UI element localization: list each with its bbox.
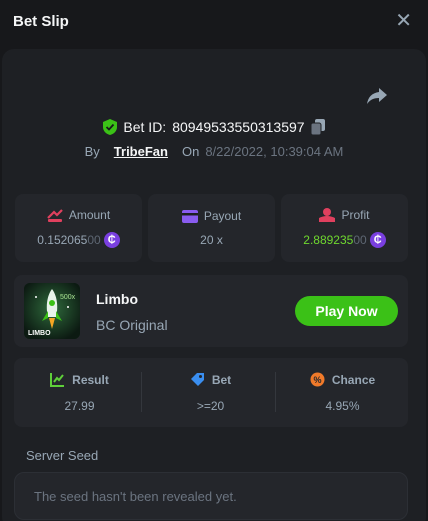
- bet-id-label: Bet ID:: [123, 119, 167, 135]
- server-seed-box: The seed hasn't been revealed yet.: [14, 472, 408, 520]
- profit-label: Profit: [341, 208, 370, 222]
- shield-check-icon: [103, 119, 118, 135]
- thumb-text: LIMBO: [28, 330, 51, 337]
- profit-icon: [319, 208, 336, 222]
- bet-column: Bet >=20: [145, 358, 276, 427]
- amount-value: 0.15206500 ₵: [37, 232, 120, 248]
- bet-id-value: 80949533550313597: [172, 119, 305, 135]
- result-header: Result: [50, 372, 109, 387]
- bet-author-row: By TribeFan On 8/22/2022, 10:39:04 AM: [0, 142, 428, 160]
- rocket-icon: 500x LIMBO: [24, 283, 80, 339]
- divider: [275, 372, 276, 412]
- chance-header: % Chance: [310, 372, 375, 387]
- amount-icon: [47, 209, 63, 222]
- bet-date: 8/22/2022, 10:39:04 AM: [205, 143, 344, 159]
- game-thumbnail[interactable]: 500x LIMBO: [24, 283, 80, 339]
- bet-header: Bet: [190, 372, 231, 387]
- profit-value: 2.88923500 ₵: [303, 232, 386, 248]
- bet-value: >=20: [196, 399, 225, 413]
- svg-text:%: %: [313, 375, 321, 385]
- on-label: On: [181, 143, 200, 159]
- profit-card: Profit 2.88923500 ₵: [281, 194, 408, 262]
- bet-label: Bet: [211, 372, 232, 387]
- payout-header: Payout: [181, 209, 242, 223]
- payout-icon: [181, 209, 198, 223]
- copy-icon[interactable]: [310, 119, 325, 135]
- close-icon[interactable]: ✕: [395, 11, 412, 31]
- game-name: Limbo: [96, 291, 138, 307]
- thumb-badge: 500x: [60, 294, 76, 301]
- play-now-button[interactable]: Play Now: [295, 296, 398, 326]
- results-card: Result 27.99 Bet >=20 % Chance 4.95%: [14, 358, 408, 427]
- chance-icon: %: [310, 372, 325, 387]
- header: Bet Slip ✕: [0, 0, 428, 42]
- result-icon: [50, 373, 65, 387]
- profit-header: Profit: [319, 208, 370, 222]
- amount-value-main: 0.152065: [37, 233, 88, 247]
- profit-value-dim: 00: [353, 233, 367, 247]
- server-seed-message: The seed hasn't been revealed yet.: [34, 488, 237, 504]
- profit-value-main: 2.889235: [303, 233, 354, 247]
- share-icon[interactable]: [366, 86, 388, 106]
- result-label: Result: [72, 372, 109, 387]
- chance-label: Chance: [331, 372, 376, 387]
- game-subtitle: BC Original: [96, 317, 168, 333]
- coin-icon: ₵: [369, 232, 386, 248]
- payout-value: 20 x: [200, 233, 223, 247]
- by-label: By: [84, 143, 100, 159]
- bet-icon: [190, 373, 204, 386]
- result-column: Result 27.99: [14, 358, 145, 427]
- divider: [141, 372, 142, 412]
- page-title: Bet Slip: [13, 12, 69, 30]
- result-value: 27.99: [64, 399, 95, 413]
- amount-value-dim: 00: [87, 233, 101, 247]
- chance-column: % Chance 4.95%: [277, 358, 408, 427]
- amount-card: Amount 0.15206500 ₵: [15, 194, 142, 262]
- payout-label: Payout: [203, 209, 242, 223]
- user-link[interactable]: TribeFan: [114, 144, 168, 159]
- chance-value: 4.95%: [325, 399, 360, 413]
- coin-icon: ₵: [103, 232, 120, 248]
- payout-card: Payout 20 x: [148, 194, 275, 262]
- bet-id-row: Bet ID: 80949533550313597: [0, 118, 428, 136]
- server-seed-label: Server Seed: [26, 448, 99, 463]
- payout-value-text: 20 x: [200, 233, 223, 247]
- game-card: 500x LIMBO Limbo BC Original Play Now: [14, 275, 408, 347]
- amount-header: Amount: [47, 208, 110, 222]
- amount-label: Amount: [68, 208, 111, 222]
